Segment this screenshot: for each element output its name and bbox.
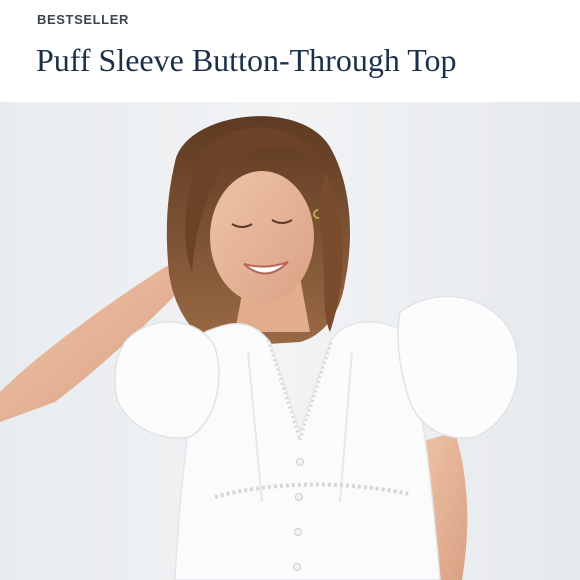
model-photo-illustration: [0, 102, 580, 580]
button-4: [293, 563, 301, 571]
button-1: [296, 458, 304, 466]
product-title: Puff Sleeve Button-Through Top: [36, 42, 457, 78]
face: [210, 171, 314, 303]
button-3: [294, 528, 302, 536]
bestseller-badge: BESTSELLER: [37, 12, 129, 27]
button-2: [295, 493, 303, 501]
product-card: BESTSELLER Puff Sleeve Button-Through To…: [0, 0, 580, 580]
product-image[interactable]: [0, 102, 580, 580]
